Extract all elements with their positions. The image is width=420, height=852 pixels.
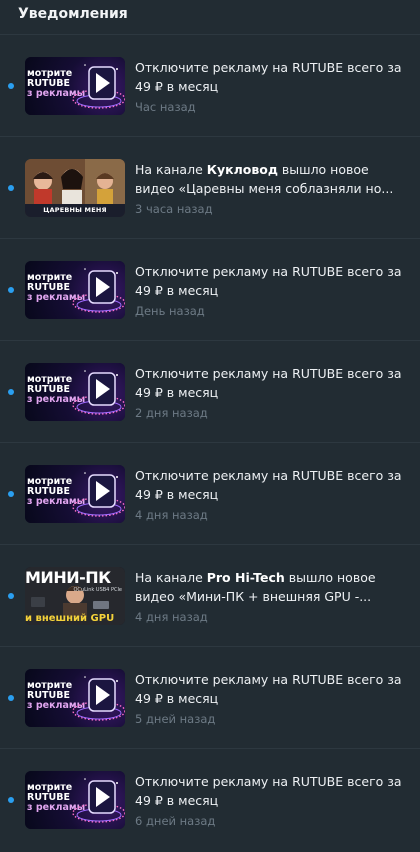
channel-name[interactable]: Кукловод: [207, 162, 278, 177]
thumbnail-subtitle: и внешний GPU: [25, 612, 115, 624]
notification-time: Час назад: [135, 99, 196, 114]
notification-item[interactable]: ЦАРЕВНЫ МЕНЯ СОБЛАЗНЯЛИ На канале Куклов…: [0, 137, 420, 239]
notification-thumbnail: ЦАРЕВНЫ МЕНЯ СОБЛАЗНЯЛИ: [25, 158, 125, 217]
notification-text: На канале Кукловод вышло новое видео «Ца…: [135, 161, 394, 196]
notification-item[interactable]: мотрите RUTUBE з рекламы Отключите рекла…: [0, 35, 420, 137]
rutube-play-logo-icon: [72, 267, 125, 313]
notification-item[interactable]: мотрите RUTUBE з рекламы Отключите рекла…: [0, 749, 420, 851]
notification-text: Отключите рекламу на RUTUBE всего за 49 …: [135, 365, 402, 400]
notification-time: 2 дня назад: [135, 405, 208, 420]
notification-time: 5 дней назад: [135, 711, 216, 726]
rutube-promo-thumbnail: мотрите RUTUBE з рекламы: [25, 668, 125, 727]
unread-dot: [8, 490, 14, 497]
notification-item[interactable]: МИНИ-ПК OCuLink USB4 PCIe и внешний GPU …: [0, 545, 420, 647]
thumbnail-spec: OCuLink USB4 PCIe: [73, 586, 122, 593]
notification-thumbnail: мотрите RUTUBE з рекламы: [25, 362, 125, 421]
notification-text: Отключите рекламу на RUTUBE всего за 49 …: [135, 467, 402, 502]
notification-text: Отключите рекламу на RUTUBE всего за 49 …: [135, 59, 402, 94]
unread-dot: [8, 286, 14, 293]
unread-dot: [8, 694, 14, 701]
page-title: Уведомления: [18, 6, 128, 22]
rutube-play-logo-icon: [72, 778, 125, 823]
notification-item[interactable]: мотрите RUTUBE з рекламы Отключите рекла…: [0, 239, 420, 341]
notification-text: На канале Pro Hi-Tech вышло новое видео …: [135, 569, 376, 604]
notification-time: День назад: [135, 303, 205, 318]
notification-item[interactable]: мотрите RUTUBE з рекламы Отключите рекла…: [0, 647, 420, 749]
rutube-play-logo-icon: [72, 471, 125, 517]
notification-text: Отключите рекламу на RUTUBE всего за 49 …: [135, 774, 402, 808]
notification-thumbnail: мотрите RUTUBE з рекламы: [25, 56, 125, 115]
notifications-header: Уведомления: [0, 0, 420, 35]
rutube-promo-thumbnail: мотрите RUTUBE з рекламы: [25, 771, 125, 829]
rutube-play-logo-icon: [72, 675, 125, 721]
video-thumbnail-art: [25, 158, 125, 204]
notification-text: Отключите рекламу на RUTUBE всего за 49 …: [135, 671, 402, 706]
notification-text: Отключите рекламу на RUTUBE всего за 49 …: [135, 263, 402, 298]
video-thumbnail: ЦАРЕВНЫ МЕНЯ СОБЛАЗНЯЛИ: [25, 158, 125, 217]
rutube-promo-thumbnail: мотрите RUTUBE з рекламы: [25, 362, 125, 421]
rutube-promo-thumbnail: мотрите RUTUBE з рекламы: [25, 56, 125, 115]
channel-name[interactable]: Pro Hi-Tech: [207, 570, 285, 585]
notification-thumbnail: мотрите RUTUBE з рекламы: [25, 260, 125, 319]
notification-thumbnail: мотрите RUTUBE з рекламы: [25, 668, 125, 727]
notification-thumbnail: МИНИ-ПК OCuLink USB4 PCIe и внешний GPU: [25, 566, 125, 625]
unread-dot: [8, 82, 14, 89]
notifications-panel: Уведомления мотрите RUTUBE з рекламы Отк…: [0, 0, 420, 852]
unread-dot: [8, 797, 14, 803]
notification-time: 4 дня назад: [135, 507, 208, 522]
rutube-promo-thumbnail: мотрите RUTUBE з рекламы: [25, 260, 125, 319]
unread-dot: [8, 592, 14, 599]
notification-thumbnail: мотрите RUTUBE з рекламы: [25, 464, 125, 523]
thumbnail-caption: ЦАРЕВНЫ МЕНЯ СОБЛАЗНЯЛИ: [25, 203, 125, 217]
notification-thumbnail: мотрите RUTUBE з рекламы: [25, 771, 125, 829]
notification-time: 4 дня назад: [135, 609, 208, 624]
notification-item[interactable]: мотрите RUTUBE з рекламы Отключите рекла…: [0, 443, 420, 545]
notification-time: 3 часа назад: [135, 201, 213, 216]
notifications-list: мотрите RUTUBE з рекламы Отключите рекла…: [0, 35, 420, 851]
unread-dot: [8, 184, 14, 191]
unread-dot: [8, 388, 14, 395]
notification-item[interactable]: мотрите RUTUBE з рекламы Отключите рекла…: [0, 341, 420, 443]
rutube-play-logo-icon: [72, 369, 125, 415]
thumbnail-title: МИНИ-ПК: [25, 567, 111, 587]
rutube-play-logo-icon: [72, 63, 125, 109]
rutube-promo-thumbnail: мотрите RUTUBE з рекламы: [25, 464, 125, 523]
notification-time: 6 дней назад: [135, 814, 216, 828]
video-thumbnail: МИНИ-ПК OCuLink USB4 PCIe и внешний GPU: [25, 566, 125, 625]
